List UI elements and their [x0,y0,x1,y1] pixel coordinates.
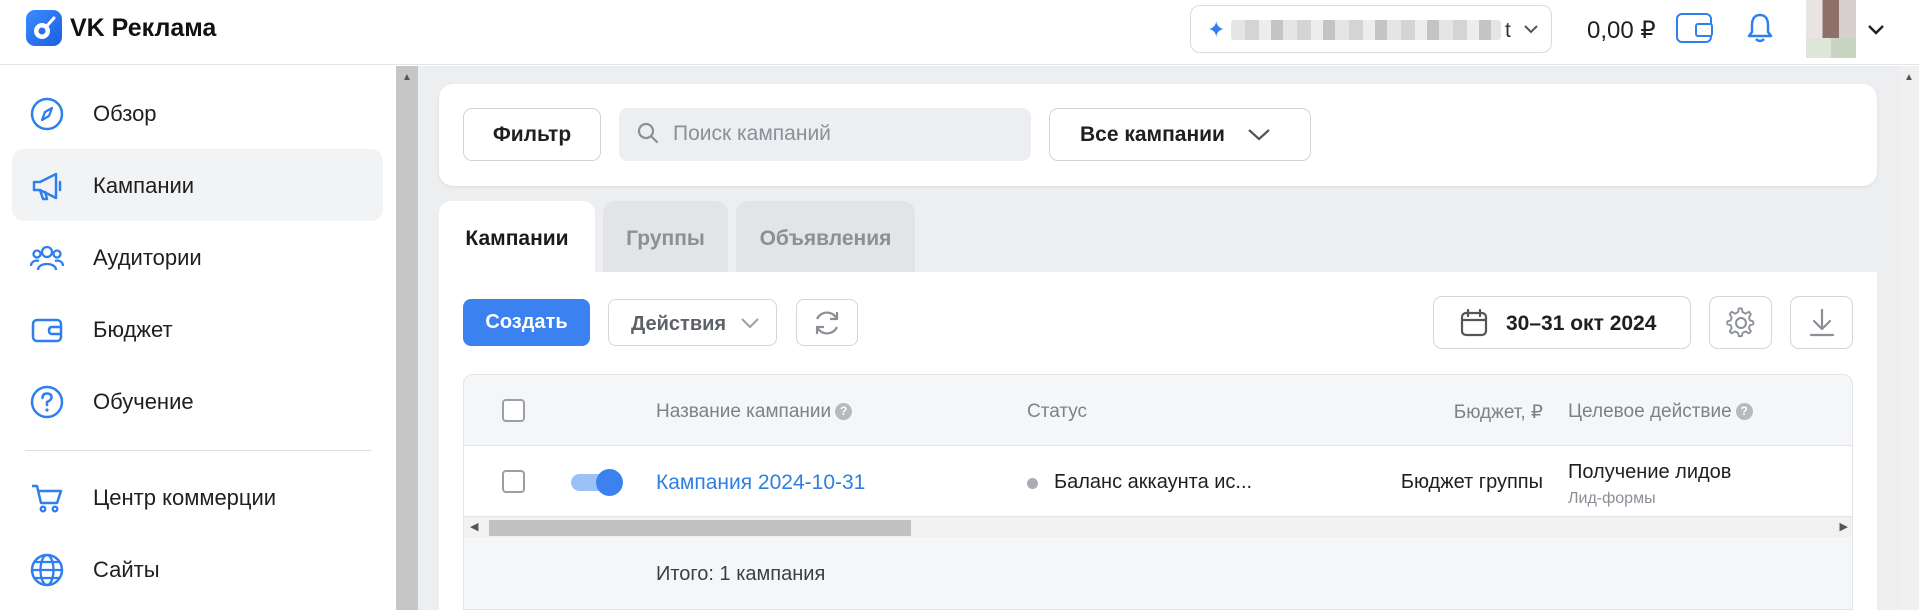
megaphone-icon [32,172,62,201]
tab-campaigns[interactable]: Кампании [439,201,595,272]
help-icon[interactable]: ? [835,403,853,421]
sidebar-item-label: Центр коммерции [93,485,277,510]
scroll-left-arrow-icon[interactable]: ◀ [470,520,478,533]
account-name-blurred [1231,20,1501,40]
account-balance[interactable]: 0,00 ₽ [1587,16,1656,45]
wallet-icon [31,318,63,343]
compass-icon [30,97,64,131]
select-all-checkbox[interactable] [502,399,525,422]
chevron-down-icon [1248,129,1270,141]
scroll-up-arrow-icon[interactable]: ▲ [402,72,412,83]
column-goal-label: Целевое действие [1568,401,1732,422]
account-selector[interactable]: ✦ t [1190,5,1552,53]
campaign-goal: Получение лидов [1568,461,1732,483]
sidebar: Обзор Кампании Аудитории Бюджет Обучение… [0,66,396,610]
campaigns-table: Название кампании? Статус Бюджет, ₽ Целе… [463,374,1853,610]
user-avatar[interactable] [1806,0,1856,58]
tab-label: Группы [626,227,705,250]
sidebar-item-learning[interactable]: Обучение [12,365,383,437]
scroll-right-arrow-icon[interactable]: ▶ [1840,520,1848,533]
column-header-budget[interactable]: Бюджет, ₽ [1454,401,1543,424]
campaign-name-link[interactable]: Кампания 2024-10-31 [656,471,865,495]
create-button[interactable]: Создать [463,299,590,346]
scroll-up-arrow-icon[interactable]: ▲ [1904,72,1914,83]
users-icon [30,245,64,271]
gear-icon [1726,307,1755,338]
column-header-status[interactable]: Статус [1027,401,1087,423]
table-settings-button[interactable] [1709,296,1772,349]
vk-ads-logo-icon[interactable] [26,10,62,46]
column-header-name[interactable]: Название кампании? [656,401,853,423]
status-dot-icon [1027,478,1038,489]
chevron-down-icon[interactable] [1866,19,1886,39]
sidebar-item-campaigns[interactable]: Кампании [12,149,383,221]
account-name-suffix: t [1505,19,1511,42]
sidebar-item-label: Бюджет [93,317,173,342]
total-count: Итого: 1 кампания [656,563,826,585]
cart-icon [32,484,63,513]
sidebar-item-commerce-center[interactable]: Центр коммерции [12,461,383,533]
sidebar-item-label: Обзор [93,101,157,126]
refresh-icon [815,311,839,335]
date-range-picker[interactable]: 30–31 окт 2024 [1433,296,1691,349]
filter-button[interactable]: Фильтр [463,108,601,161]
sidebar-item-budget[interactable]: Бюджет [12,293,383,365]
calendar-icon [1460,309,1488,337]
sidebar-item-audiences[interactable]: Аудитории [12,221,383,293]
toggle-knob [596,469,623,496]
tab-label: Кампании [465,227,569,250]
sidebar-divider [25,450,371,451]
actions-label: Действия [631,313,727,335]
top-header: VK Реклама ✦ t 0,00 ₽ [0,0,1919,65]
campaign-toggle[interactable] [571,469,623,496]
sidebar-item-sites[interactable]: Сайты [12,533,383,605]
table-header: Название кампании? Статус Бюджет, ₽ Целе… [464,375,1852,446]
date-range-label: 30–31 окт 2024 [1506,312,1657,335]
search-input[interactable] [673,118,1013,150]
sidebar-item-overview[interactable]: Обзор [12,77,383,149]
sidebar-scrollbar[interactable]: ▲ [396,66,418,610]
sidebar-item-label: Аудитории [93,245,202,270]
search-icon [637,122,659,144]
campaign-status: Баланс аккаунта ис... [1054,471,1253,493]
chevron-down-icon [1524,25,1538,34]
refresh-button[interactable] [796,299,858,346]
tab-label: Объявления [759,227,892,250]
wallet-icon[interactable] [1676,13,1713,43]
chevron-down-icon [741,318,759,329]
campaign-budget: Бюджет группы [1400,471,1543,493]
bell-icon[interactable] [1745,12,1775,44]
sparkle-icon: ✦ [1207,17,1226,42]
tab-groups[interactable]: Группы [603,201,728,272]
actions-dropdown[interactable]: Действия [608,299,777,346]
sidebar-item-label: Сайты [93,557,160,582]
help-circle-icon [30,385,64,419]
campaign-scope-dropdown[interactable]: Все кампании [1049,108,1311,161]
campaign-goal-subtype: Лид-формы [1568,490,1656,507]
column-header-goal[interactable]: Целевое действие? [1568,401,1753,423]
table-row[interactable]: Кампания 2024-10-31 Баланс аккаунта ис..… [464,447,1852,517]
download-button[interactable] [1790,296,1853,349]
table-footer: Итого: 1 кампания [464,537,1852,609]
help-icon[interactable]: ? [1735,403,1753,421]
download-icon [1809,308,1835,337]
table-horizontal-scrollbar[interactable]: ◀ ▶ [464,517,1852,537]
sidebar-item-label: Обучение [93,389,194,414]
page-scrollbar[interactable]: ▲ [1899,66,1919,610]
tab-ads[interactable]: Объявления [736,201,915,272]
search-box[interactable] [619,108,1031,161]
sidebar-item-label: Кампании [93,173,195,198]
globe-icon [30,553,64,587]
scrollbar-thumb[interactable] [489,520,911,536]
column-name-label: Название кампании [656,401,832,422]
campaign-scope-label: Все кампании [1080,123,1225,146]
app-title[interactable]: VK Реклама [70,14,216,43]
row-checkbox[interactable] [502,470,525,493]
